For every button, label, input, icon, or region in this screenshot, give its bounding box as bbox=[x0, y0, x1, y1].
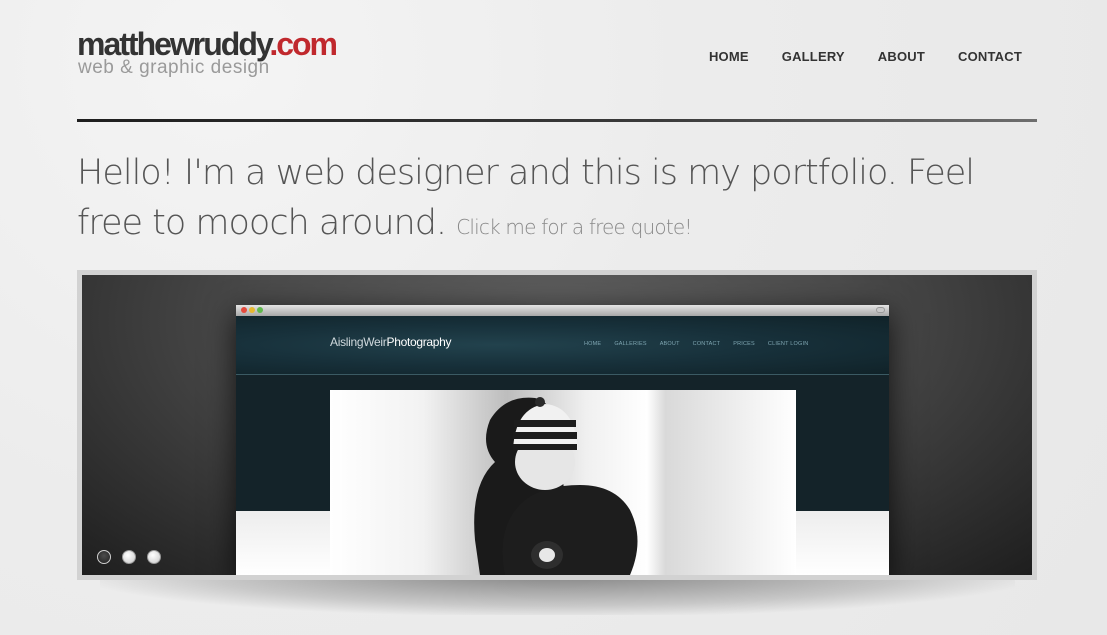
nav-gallery[interactable]: GALLERY bbox=[782, 49, 845, 64]
main-nav: HOME GALLERY ABOUT CONTACT bbox=[709, 49, 1022, 64]
nav-about[interactable]: ABOUT bbox=[878, 49, 925, 64]
slider-dot-3[interactable] bbox=[147, 550, 161, 564]
close-dot-icon bbox=[241, 307, 247, 313]
slide-browser-mockup[interactable]: AislingWeirPhotography HOME GALLERIES AB… bbox=[236, 305, 889, 575]
slider-dot-2[interactable] bbox=[122, 550, 136, 564]
mockup-site-body bbox=[236, 375, 889, 575]
mockup-logo-bold: Photography bbox=[386, 335, 452, 349]
slider-stage: AislingWeirPhotography HOME GALLERIES AB… bbox=[82, 275, 1032, 575]
slider-pagination bbox=[97, 550, 161, 564]
nav-contact[interactable]: CONTACT bbox=[958, 49, 1022, 64]
browser-titlebar bbox=[236, 305, 889, 316]
free-quote-link[interactable]: Click me for a free quote! bbox=[456, 215, 692, 239]
mockup-nav-item: CLIENT LOGIN bbox=[767, 341, 809, 347]
portfolio-slider: AislingWeirPhotography HOME GALLERIES AB… bbox=[77, 270, 1037, 580]
site-logo[interactable]: matthewruddy.com web & graphic design bbox=[77, 26, 338, 78]
mockup-site-logo: AislingWeirPhotography bbox=[330, 335, 452, 349]
mockup-site-header: AislingWeirPhotography HOME GALLERIES AB… bbox=[236, 316, 889, 375]
zoom-dot-icon bbox=[257, 307, 263, 313]
child-photo-image bbox=[474, 397, 638, 575]
nav-home[interactable]: HOME bbox=[709, 49, 749, 64]
toolbar-pill-icon bbox=[876, 307, 885, 313]
header-divider bbox=[77, 119, 1037, 122]
mockup-logo-light: AislingWeir bbox=[330, 335, 387, 349]
mockup-nav-item: HOME bbox=[584, 341, 602, 347]
intro-text: Hello! I'm a web designer and this is my… bbox=[77, 148, 1037, 252]
minimize-dot-icon bbox=[249, 307, 255, 313]
logo-tld: .com bbox=[269, 26, 338, 62]
mockup-nav-item: CONTACT bbox=[692, 341, 721, 347]
slider-dot-1[interactable] bbox=[97, 550, 111, 564]
mockup-hero-photo bbox=[330, 390, 796, 575]
mockup-nav-item: PRICES bbox=[733, 341, 755, 347]
mockup-site-nav: HOME GALLERIES ABOUT CONTACT PRICES CLIE… bbox=[584, 341, 808, 347]
mockup-nav-item: GALLERIES bbox=[614, 341, 647, 347]
mockup-nav-item: ABOUT bbox=[659, 341, 680, 347]
